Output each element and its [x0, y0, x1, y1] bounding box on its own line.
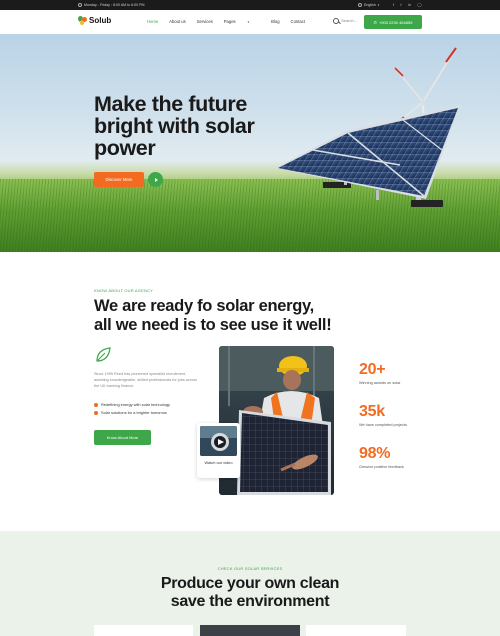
menu-item-about[interactable]: About us — [169, 19, 186, 24]
menu-item-blog[interactable]: Blog — [271, 19, 279, 24]
services-kicker: CHECK OUR SOLAR SERVICES — [217, 566, 283, 571]
service-card[interactable] — [306, 625, 406, 636]
bullet-dot-icon — [94, 410, 98, 415]
about-description: Since 1995 Reed has pioneered specialist… — [94, 372, 197, 388]
stat-number: 20+ — [359, 361, 386, 378]
phone-button[interactable]: ✆ +000 2230 404655 — [364, 15, 422, 29]
stat-label: Winning awards on solar — [359, 381, 401, 385]
solar-panel-illustration — [275, 47, 460, 207]
stat-number: 35k — [359, 403, 385, 420]
chevron-down-icon: ▾ — [247, 20, 250, 24]
clock-icon — [78, 2, 82, 7]
language-label: English — [364, 2, 376, 7]
stat-label: Genuine positive feedback — [359, 465, 404, 469]
logo[interactable]: Solub — [77, 15, 112, 26]
video-label: Watch our video — [204, 460, 233, 465]
twitter-icon[interactable]: 𝕣 — [400, 2, 402, 7]
menu-item-contact[interactable]: Contact — [291, 19, 305, 24]
service-card[interactable] — [94, 625, 193, 636]
stat-label: We have completed projects — [359, 423, 407, 427]
bullet-text: Redefining energy with solar technology — [101, 402, 170, 407]
search-placeholder: Search... — [341, 18, 358, 23]
bullet-text: Solar solutions for a brighter tomorrow — [101, 410, 167, 415]
discover-more-button[interactable]: Discover More — [94, 172, 144, 187]
play-video-button[interactable] — [148, 172, 163, 187]
video-thumbnail — [200, 426, 237, 456]
chevron-down-icon: ▾ — [377, 2, 380, 7]
menu-item-home[interactable]: Home — [147, 19, 158, 24]
stat-number: 98% — [359, 445, 391, 462]
search-box[interactable]: Search... — [333, 17, 358, 24]
bullet-item: Solar solutions for a brighter tomorrow — [94, 410, 167, 415]
phone-number: +000 2230 404655 — [378, 19, 413, 25]
menu-item-services[interactable]: Services — [197, 19, 213, 24]
menu: Home About us Services Pages ▾ Blog Conta… — [147, 19, 316, 24]
linkedin-icon[interactable]: in — [408, 2, 411, 7]
play-icon — [154, 177, 158, 182]
globe-icon — [358, 2, 362, 7]
video-card[interactable]: Watch our video — [197, 423, 240, 478]
search-icon — [333, 17, 339, 24]
business-hours-text: Monday - Friday : 8:00 AM to 6:00 PM — [84, 2, 145, 7]
about-kicker: KNOW ABOUT OUR AGENCY — [94, 288, 154, 293]
main-navigation: Solub Home About us Services Pages ▾ Blog… — [0, 10, 500, 34]
bullet-dot-icon — [94, 402, 98, 407]
phone-icon: ✆ — [373, 19, 377, 25]
logo-icon — [77, 15, 88, 26]
menu-item-pages-label: Pages — [223, 19, 236, 24]
service-card[interactable] — [200, 625, 300, 636]
menu-item-pages[interactable]: Pages ▾ — [224, 19, 260, 24]
bullet-item: Redefining energy with solar technology — [94, 402, 170, 407]
logo-text: Solub — [89, 16, 112, 25]
top-bar: Monday - Friday : 8:00 AM to 6:00 PM Eng… — [0, 0, 500, 10]
business-hours: Monday - Friday : 8:00 AM to 6:00 PM — [78, 2, 145, 7]
services-title: Produce your own clean save the environm… — [160, 575, 340, 610]
instagram-icon[interactable]: ◯ — [417, 2, 421, 7]
social-links: f 𝕣 in ◯ — [393, 2, 422, 7]
hero-title: Make the future bright with solar power — [94, 92, 255, 160]
leaf-icon — [96, 347, 111, 362]
language-selector[interactable]: English ▾ — [358, 2, 380, 7]
facebook-icon[interactable]: f — [393, 2, 394, 7]
about-title: We are ready fo solar energy, all we nee… — [94, 297, 332, 334]
know-more-button[interactable]: Know About More — [94, 430, 151, 445]
